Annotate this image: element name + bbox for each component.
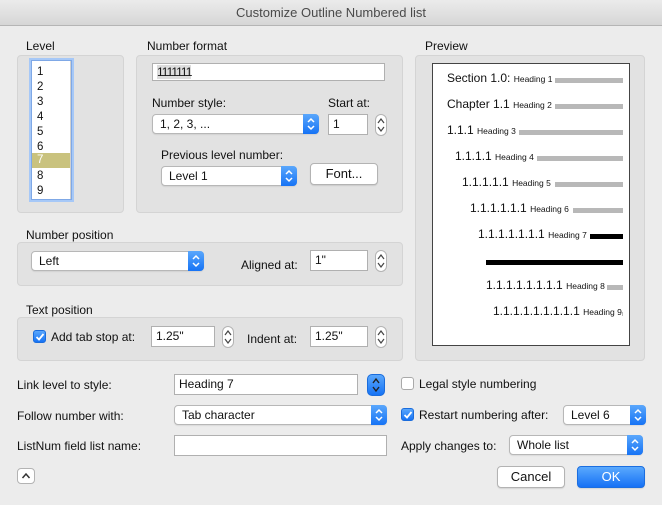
preview-line-3: 1.1.1 Heading 3 (447, 123, 516, 137)
preview-line-7: 1.1.1.1.1.1.1 Heading 7 (478, 227, 587, 241)
number-position-popup[interactable]: Left (31, 251, 204, 271)
follow-number-popup[interactable]: Tab character (174, 405, 387, 425)
window-title: Customize Outline Numbered list (0, 0, 662, 26)
start-at-label: Start at: (328, 96, 371, 110)
aligned-at-label: Aligned at: (241, 258, 298, 272)
preview-text-bar (537, 156, 623, 161)
level-item[interactable]: 1 (32, 65, 70, 80)
restart-level-value: Level 6 (571, 408, 610, 422)
level-item[interactable]: 8 (32, 169, 70, 184)
level-label: Level (26, 39, 55, 53)
number-format-field[interactable]: 1111111 (152, 63, 385, 81)
link-level-label: Link level to style: (17, 378, 112, 392)
popup-arrows-icon (371, 405, 387, 425)
number-format-label: Number format (147, 39, 228, 53)
number-style-popup[interactable]: 1, 2, 3, ... (152, 114, 319, 134)
preview-text-bar (622, 312, 623, 316)
preview-line-2: Chapter 1.1 Heading 2 (447, 97, 552, 111)
add-tab-stop-checkbox[interactable] (33, 330, 46, 343)
tab-stop-field[interactable]: 1.25" (151, 326, 215, 347)
legal-style-checkbox[interactable] (401, 377, 414, 390)
legal-style-label[interactable]: Legal style numbering (419, 377, 536, 391)
preview-pane: Section 1.0: Heading 1 Chapter 1.1 Headi… (432, 63, 630, 346)
apply-changes-popup[interactable]: Whole list (509, 435, 643, 455)
number-position-value: Left (39, 254, 60, 268)
follow-number-label: Follow number with: (17, 409, 124, 423)
preview-text-bar-selected (590, 234, 623, 239)
indent-at-label: Indent at: (247, 332, 298, 346)
tab-stop-stepper[interactable] (222, 326, 234, 348)
ok-button[interactable]: OK (577, 466, 645, 488)
popup-arrows-icon (303, 114, 319, 134)
aligned-at-stepper[interactable] (375, 250, 387, 272)
preview-line-1: Section 1.0: Heading 1 (447, 71, 553, 85)
apply-changes-value: Whole list (517, 438, 570, 452)
listnum-label: ListNum field list name: (17, 439, 142, 453)
level-item[interactable]: 4 (32, 110, 70, 125)
level-item[interactable]: 5 (32, 125, 70, 140)
start-at-field[interactable]: 1 (328, 114, 368, 135)
level-item[interactable]: 2 (32, 80, 70, 95)
apply-changes-label: Apply changes to: (401, 439, 497, 453)
level-item[interactable]: 3 (32, 95, 70, 110)
link-level-field[interactable]: Heading 7 (174, 374, 358, 395)
preview-line-4: 1.1.1.1 Heading 4 (455, 149, 534, 163)
number-position-label: Number position (26, 228, 114, 242)
level-list[interactable]: 1 2 3 4 5 6 7 8 9 (31, 60, 72, 200)
chevron-up-icon (21, 472, 31, 479)
number-style-value: 1, 2, 3, ... (160, 117, 211, 131)
restart-level-popup[interactable]: Level 6 (563, 405, 646, 425)
preview-line-9: 1.1.1.1.1.1.1.1.1 Heading 9 (493, 304, 622, 318)
collapse-button[interactable] (17, 468, 35, 484)
popup-arrows-icon (630, 405, 646, 425)
stepper-arrows-icon (372, 377, 380, 393)
previous-level-label: Previous level number: (161, 148, 284, 162)
number-format-value: 1111111 (157, 65, 192, 79)
font-button[interactable]: Font... (310, 163, 378, 185)
preview-text-bar (573, 208, 623, 213)
previous-level-value: Level 1 (169, 169, 208, 183)
indent-at-stepper[interactable] (375, 326, 387, 348)
restart-numbering-label[interactable]: Restart numbering after: (419, 408, 548, 422)
preview-text-bar-selected (486, 260, 623, 265)
popup-arrows-icon (188, 251, 204, 271)
preview-line-6: 1.1.1.1.1.1 Heading 6 (470, 201, 569, 215)
indent-at-field[interactable]: 1.25" (310, 326, 368, 347)
aligned-at-field[interactable]: 1" (310, 250, 368, 271)
checkmark-icon (403, 411, 413, 419)
popup-arrows-icon (627, 435, 643, 455)
preview-text-bar (555, 78, 623, 83)
preview-line-8: 1.1.1.1.1.1.1.1 Heading 8 (486, 278, 605, 292)
level-item[interactable]: 9 (32, 184, 70, 199)
popup-arrows-icon (281, 166, 297, 186)
listnum-field[interactable] (174, 435, 387, 456)
preview-label: Preview (425, 39, 468, 53)
link-level-stepper[interactable] (367, 374, 385, 396)
preview-text-bar (519, 130, 623, 135)
start-at-stepper[interactable] (375, 114, 387, 136)
preview-text-bar (555, 104, 623, 109)
text-position-label: Text position (26, 303, 93, 317)
number-style-label: Number style: (152, 96, 227, 110)
restart-numbering-checkbox[interactable] (401, 408, 414, 421)
preview-line-5: 1.1.1.1.1 Heading 5 (462, 175, 551, 189)
previous-level-popup[interactable]: Level 1 (161, 166, 297, 186)
add-tab-stop-label[interactable]: Add tab stop at: (51, 330, 135, 344)
list-scroll-divider (70, 61, 71, 199)
follow-number-value: Tab character (182, 408, 255, 422)
preview-text-bar (555, 182, 623, 187)
preview-text-bar (607, 285, 623, 290)
checkmark-icon (35, 333, 45, 341)
cancel-button[interactable]: Cancel (497, 466, 565, 488)
level-item-selected[interactable]: 7 (32, 153, 70, 168)
